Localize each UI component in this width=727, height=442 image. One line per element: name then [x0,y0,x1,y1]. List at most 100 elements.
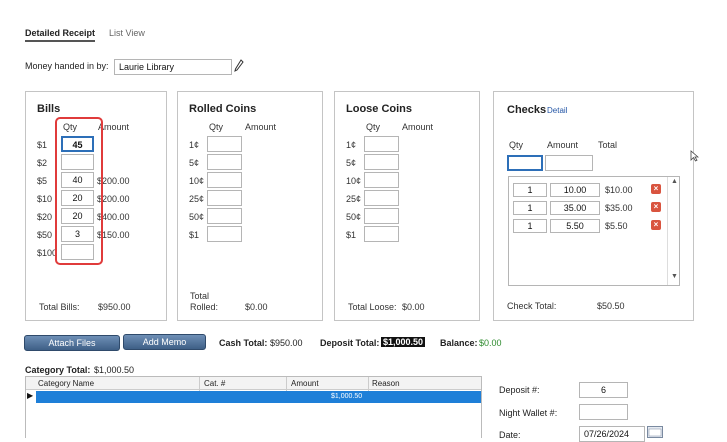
delete-check-icon[interactable]: × [651,184,661,194]
loose-denom-50c: 50¢ [346,212,362,222]
rolled-denom-1c: 1¢ [189,140,200,150]
rolled-amount-header: Amount [245,122,277,132]
mouse-cursor-icon [690,150,699,162]
category-row-amount: $1,000.50 [331,393,363,400]
rolled-qty-50c[interactable] [207,208,242,224]
bills-denom-10: $10 [37,194,53,204]
loose-denom-10c: 10¢ [346,176,362,186]
bills-total-label: Total Bills: [39,302,80,312]
check-row-total: $35.00 [605,203,633,213]
check-row-qty[interactable]: 1 [513,183,547,197]
loose-total-label: Total Loose: [348,302,397,312]
rolled-qty-25c[interactable] [207,190,242,206]
loose-qty-1d[interactable] [364,226,399,242]
loose-qty-5c[interactable] [364,154,399,170]
scroll-up-icon[interactable]: ▲ [671,178,678,185]
check-new-qty[interactable] [507,155,543,171]
bills-title: Bills [37,103,61,115]
rolled-coins-panel: Rolled Coins Qty Amount 1¢ 5¢ 10¢ 25¢ 50… [177,91,323,321]
loose-qty-50c[interactable] [364,208,399,224]
bills-denom-2: $2 [37,158,48,168]
rolled-denom-1d: $1 [189,230,200,240]
rolled-qty-1c[interactable] [207,136,242,152]
loose-coins-panel: Loose Coins Qty Amount 1¢ 5¢ 10¢ 25¢ 50¢… [334,91,480,321]
night-wallet-field[interactable] [579,404,628,420]
date-field[interactable]: 07/26/2024 [579,426,645,442]
checks-list[interactable]: 1 10.00 $10.00 × 1 35.00 $35.00 × 1 5.50… [508,176,680,286]
col-cat-number[interactable]: Cat. # [204,379,225,388]
checks-scrollbar[interactable]: ▲ ▼ [667,177,680,285]
date-label: Date: [499,430,521,440]
calendar-icon[interactable] [647,426,663,438]
scroll-down-icon[interactable]: ▼ [671,273,678,280]
check-total-value: $50.50 [597,301,625,311]
table-row[interactable] [36,391,481,403]
bills-total-value: $950.00 [98,302,131,312]
checks-amount-header: Amount [547,140,579,150]
loose-qty-10c[interactable] [364,172,399,188]
checks-title: Checks [507,104,547,116]
attach-files-button[interactable]: Attach Files [24,335,120,351]
bills-denom-20: $20 [37,212,53,222]
rolled-qty-1d[interactable] [207,226,242,242]
check-row-qty[interactable]: 1 [513,201,547,215]
row-pointer-icon: ▶ [27,391,34,400]
check-row-amount[interactable]: 10.00 [550,183,600,197]
rolled-qty-header: Qty [209,122,224,132]
check-row-qty[interactable]: 1 [513,219,547,233]
loose-denom-1d: $1 [346,230,357,240]
loose-denom-1c: 1¢ [346,140,357,150]
rolled-qty-10c[interactable] [207,172,242,188]
col-amount[interactable]: Amount [291,379,319,388]
handed-in-label: Money handed in by: [25,61,109,71]
loose-qty-header: Qty [366,122,381,132]
check-total-label: Check Total: [507,301,557,311]
checks-total-header: Total [598,140,618,150]
col-reason[interactable]: Reason [372,379,400,388]
category-grid: Category Name Cat. # Amount Reason ▶ $1,… [25,376,482,438]
rolled-denom-5c: 5¢ [189,158,200,168]
rolled-denom-25c: 25¢ [189,194,205,204]
night-wallet-label: Night Wallet #: [499,408,558,418]
add-memo-button[interactable]: Add Memo [123,334,206,350]
pencil-icon[interactable] [234,59,244,72]
check-row-amount[interactable]: 35.00 [550,201,600,215]
loose-qty-25c[interactable] [364,190,399,206]
checks-qty-header: Qty [509,140,524,150]
rolled-qty-5c[interactable] [207,154,242,170]
bills-denom-5: $5 [37,176,48,186]
cash-total-label: Cash Total: [219,338,268,348]
rolled-denom-50c: 50¢ [189,212,205,222]
cash-total-value: $950.00 [270,338,303,348]
check-row-total: $5.50 [605,221,628,231]
tab-list-view[interactable]: List View [109,28,145,38]
tab-detailed-receipt[interactable]: Detailed Receipt [25,28,96,42]
balance-label: Balance: [440,338,478,348]
handed-in-field[interactable]: Laurie Library [114,59,232,75]
rolled-title: Rolled Coins [189,103,257,115]
delete-check-icon[interactable]: × [651,220,661,230]
deposit-number-field[interactable]: 6 [579,382,628,398]
col-category-name[interactable]: Category Name [38,379,94,388]
loose-total-value: $0.00 [402,302,425,312]
delete-check-icon[interactable]: × [651,202,661,212]
loose-qty-1c[interactable] [364,136,399,152]
checks-detail-link[interactable]: Detail [547,106,567,115]
rolled-total-value: $0.00 [245,302,268,312]
category-total-value: $1,000.50 [94,365,135,375]
loose-denom-5c: 5¢ [346,158,357,168]
check-new-amount[interactable] [545,155,593,171]
deposit-number-label: Deposit #: [499,385,540,395]
loose-amount-header: Amount [402,122,434,132]
rolled-total-label-1: Total [190,291,210,301]
loose-denom-25c: 25¢ [346,194,362,204]
checks-panel: Checks Detail Qty Amount Total 1 10.00 $… [493,91,694,321]
balance-value: $0.00 [479,338,502,348]
check-row-amount[interactable]: 5.50 [550,219,600,233]
loose-title: Loose Coins [346,103,413,115]
bills-denom-1: $1 [37,140,48,150]
deposit-total-label: Deposit Total: [320,338,380,348]
deposit-total-value: $1,000.50 [381,337,426,347]
check-row-total: $10.00 [605,185,633,195]
rolled-total-label-2: Rolled: [190,302,219,312]
